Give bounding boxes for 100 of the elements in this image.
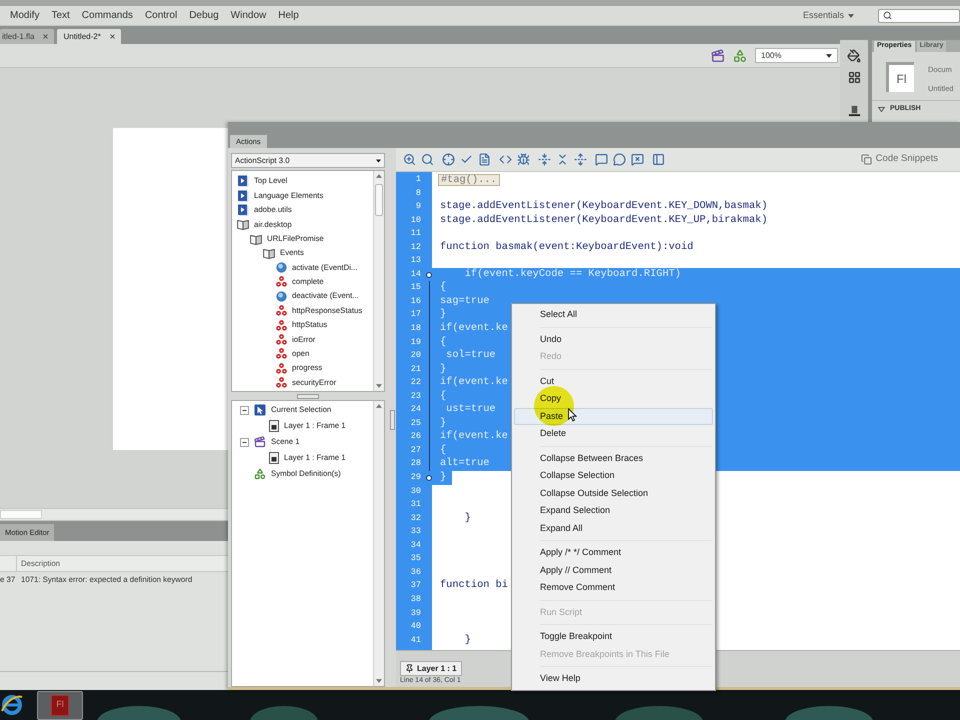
line-number: 15 (410, 282, 421, 292)
fold-marker-icon[interactable] (426, 272, 432, 278)
line-number: 36 (410, 566, 421, 577)
clapperboard-icon[interactable] (711, 48, 725, 62)
menu-item[interactable]: Help (272, 6, 305, 24)
line-number: 26 (410, 431, 421, 442)
circle-cluster-icon (276, 305, 287, 316)
pages-icon (860, 154, 872, 165)
menu-item[interactable]: Collapse Outside Selection (514, 484, 713, 502)
code-snippets-button[interactable]: Code Snippets (860, 152, 938, 167)
zoom-dropdown[interactable]: 100% (755, 48, 838, 63)
document-icon (478, 153, 490, 166)
circle-cluster-icon (276, 362, 287, 374)
line-number: 21 (410, 364, 421, 374)
line-number: 40 (410, 621, 421, 632)
line-number: 8 (416, 188, 421, 198)
sphere-icon (276, 262, 287, 274)
circle-cluster-icon (276, 377, 287, 388)
workspace-switcher[interactable]: Essentials (798, 8, 858, 24)
menu-item[interactable]: Modify (4, 6, 46, 24)
check-icon (460, 153, 472, 166)
code-line: } (464, 512, 471, 526)
circle-cluster-icon (276, 348, 287, 360)
disclosure-triangle-icon (878, 106, 885, 112)
search-icon (420, 153, 434, 166)
scrollbar-thumb[interactable] (375, 184, 383, 216)
splitter-handle[interactable] (390, 410, 394, 430)
menu-item[interactable]: Remove Comment (514, 579, 713, 596)
line-number: 23 (410, 390, 421, 401)
menu-item[interactable]: Select All (514, 306, 713, 324)
unfold-icon (574, 153, 586, 166)
menu-item[interactable]: Debug (183, 6, 225, 24)
line-number: 18 (410, 323, 421, 334)
chat-bubble-icon (612, 153, 626, 166)
collapsed-code-block[interactable]: #tag()... (438, 174, 500, 186)
code-line: function bi (439, 579, 508, 593)
close-icon[interactable] (108, 33, 116, 40)
document-thumbnail: Fl (886, 62, 914, 92)
close-icon[interactable] (42, 33, 50, 40)
line-number: 29 (410, 472, 421, 482)
collapse-toggle-icon[interactable] (240, 406, 249, 414)
grid-icon[interactable] (848, 71, 860, 84)
menu-item[interactable]: View Help (514, 670, 713, 688)
caret-icon (376, 404, 382, 408)
open-book-icon (250, 232, 262, 245)
document-tab[interactable]: itled-1.fla (0, 29, 54, 44)
splitter-handle[interactable] (297, 394, 319, 398)
line-number: 31 (410, 499, 421, 510)
line-number: 24 (410, 404, 421, 414)
scrollbar[interactable] (373, 401, 384, 686)
menu-item[interactable]: Control (138, 6, 184, 24)
line-number: 28 (410, 458, 421, 468)
collapse-toggle-icon[interactable] (240, 438, 249, 446)
menu-item[interactable]: Commands (76, 6, 139, 24)
menu-item[interactable]: Window (224, 6, 272, 24)
menu-item[interactable]: Toggle Breakpoint (514, 628, 713, 646)
caret-icon (376, 158, 381, 162)
circle-cluster-icon (276, 276, 287, 288)
menu-item[interactable]: Expand All (514, 520, 713, 537)
line-number: 16 (410, 296, 421, 306)
shapes-icon[interactable] (733, 48, 747, 62)
circle-cluster-icon (276, 334, 287, 345)
play-tile-icon (237, 204, 249, 216)
fold-icon (538, 153, 550, 166)
speech-bubble-x-icon (630, 153, 644, 166)
fold-marker-icon[interactable] (426, 474, 432, 481)
caret-icon (848, 14, 854, 18)
menu-item[interactable]: Text (45, 6, 76, 24)
menu-item[interactable]: Apply /* */ Comment (514, 544, 713, 562)
sphere-icon (276, 290, 287, 302)
browser-logo-icon[interactable] (0, 693, 24, 717)
open-book-icon (237, 218, 249, 230)
paint-bucket-icon[interactable] (847, 49, 861, 63)
code-icon (498, 153, 512, 166)
scrollbar-thumb[interactable] (0, 510, 42, 519)
search-icon (883, 11, 892, 20)
menu-item[interactable]: Apply // Comment (514, 562, 713, 579)
page-icon (269, 420, 279, 432)
caret-icon (826, 54, 832, 58)
script-tab[interactable]: Layer 1 : 1 (400, 661, 462, 676)
play-tile-icon (237, 190, 249, 202)
mouse-pointer-icon (568, 408, 577, 422)
line-number: 25 (410, 418, 421, 428)
panel-icon (652, 153, 664, 166)
align-bottom-icon[interactable] (848, 104, 860, 117)
line-number: 33 (410, 526, 421, 536)
pin-icon (405, 664, 414, 673)
line-number: 34 (410, 540, 421, 550)
menu-item[interactable]: Expand Selection (514, 502, 713, 520)
document-tab[interactable]: Untitled-2* (57, 29, 121, 44)
line-number: 22 (410, 377, 421, 388)
search-field[interactable] (878, 8, 960, 22)
line-number: 14 (410, 268, 421, 279)
line-number: 39 (410, 608, 421, 618)
line-number: 1 (416, 174, 421, 184)
line-number: 10 (410, 214, 421, 225)
clapperboard-icon (254, 436, 266, 448)
code-line: stage.addEventListener(KeyboardEvent.KEY_DOWN,basmak) (439, 200, 768, 214)
circle-cluster-icon (276, 320, 287, 331)
scrollbar[interactable] (373, 171, 384, 391)
